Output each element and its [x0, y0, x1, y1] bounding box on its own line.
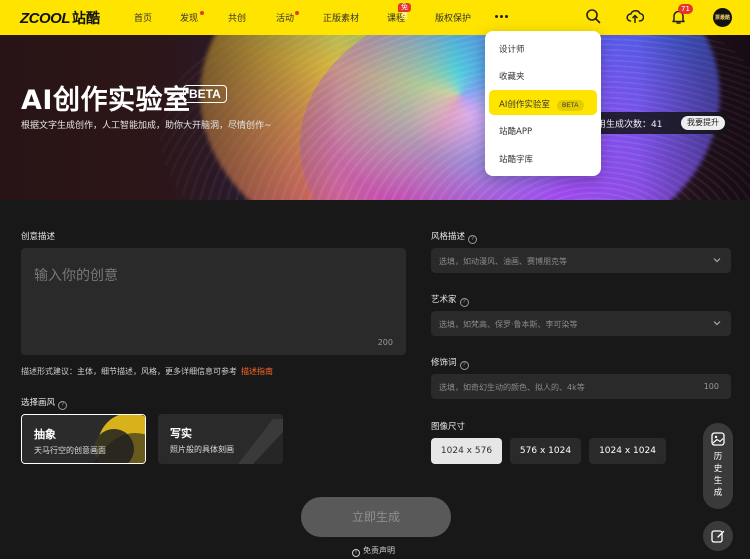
nav-discover[interactable]: 发现 [180, 11, 198, 24]
size-option-1024x576[interactable]: 1024 x 576 [431, 438, 502, 464]
hero-title: AI创作实验室 [21, 85, 191, 116]
artist-select[interactable]: 选填，如梵高、保罗·鲁本斯、李可染等 [431, 311, 731, 336]
notification-count-badge: 71 [678, 4, 693, 14]
style-abstract-desc: 天马行空的创意画面 [34, 446, 106, 455]
idea-char-limit: 200 [377, 338, 393, 347]
style-realistic-title: 写实 [170, 427, 192, 440]
quota-text: 用生成次数：41 [597, 120, 663, 130]
artist-label: 艺术家? [431, 293, 469, 307]
style-abstract-title: 抽象 [34, 428, 56, 441]
upgrade-quota-button[interactable]: 我要提升 [681, 116, 725, 130]
upload-cloud-icon[interactable] [626, 8, 644, 24]
activity-new-dot [295, 11, 299, 15]
idea-textarea[interactable]: 输入你的创意 200 [21, 248, 406, 355]
style-realistic-desc: 照片般的具体刻画 [170, 445, 234, 454]
hero-banner: AI创作实验室 BETA 根据文字生成创作，人工智能加成，助你大开脑洞，尽情创作… [0, 35, 750, 200]
style-desc-placeholder: 选填，如动漫风、油画、赛博朋克等 [439, 257, 567, 266]
nav-activity[interactable]: 活动 [276, 11, 294, 24]
generation-quota-pill: 用生成次数：41 我要提升 [582, 112, 730, 134]
menu-item-app[interactable]: 站酷APP [499, 125, 532, 137]
menu-item-ai-lab[interactable]: AI创作实验室 [499, 98, 550, 110]
history-label: 历史生成 [713, 452, 723, 498]
search-icon[interactable] [585, 8, 601, 24]
description-hint: 描述形式建议：主体，细节描述，风格，更多详细信息可参考 描述指南 [21, 367, 273, 376]
user-avatar[interactable]: 票最酷 [713, 8, 732, 27]
generate-button[interactable]: 立即生成 [301, 497, 451, 537]
modifier-char-limit: 100 [703, 382, 719, 391]
logo-text-en: ZCOOL [20, 9, 71, 27]
course-free-badge: 免费 [398, 3, 411, 20]
menu-item-font-library[interactable]: 站酷字库 [499, 153, 533, 165]
menu-beta-badge: BETA [557, 100, 584, 111]
size-option-1024x1024[interactable]: 1024 x 1024 [589, 438, 666, 464]
zcool-logo[interactable]: ZCOOL 站酷 [20, 9, 100, 28]
idea-placeholder: 输入你的创意 [34, 268, 118, 284]
info-icon: ! [352, 549, 360, 557]
idea-label: 创意描述 [21, 232, 56, 242]
modifier-help-icon[interactable]: ? [459, 361, 469, 370]
more-menu-dropdown: 设计师 收藏夹 AI创作实验室 BETA 站酷APP 站酷字库 [485, 31, 601, 176]
page: ZCOOL 站酷 首页 发现 共创 活动 正版素材 课程 免费 版权保护 71 … [0, 0, 750, 559]
image-size-label: 图像尺寸 [431, 422, 466, 432]
style-desc-label: 风格描述? [431, 230, 478, 244]
artist-help-icon[interactable]: ? [459, 298, 469, 307]
nav-copyright[interactable]: 版权保护 [435, 11, 471, 24]
hero-beta-badge: BETA [183, 85, 227, 103]
style-card-realistic[interactable]: 写实 照片般的具体刻画 [158, 414, 283, 464]
more-dots-icon[interactable] [495, 15, 508, 18]
top-navbar: ZCOOL 站酷 首页 发现 共创 活动 正版素材 课程 免费 版权保护 71 … [0, 0, 750, 35]
nav-home[interactable]: 首页 [134, 11, 152, 24]
hero-subtitle: 根据文字生成创作，人工智能加成，助你大开脑洞，尽情创作~ [21, 121, 272, 131]
style-desc-help-icon[interactable]: ? [468, 235, 478, 244]
modifier-placeholder: 选填，如奇幻生动的颜色、拟人的、4k等 [439, 383, 585, 392]
artist-placeholder: 选填，如梵高、保罗·鲁本斯、李可染等 [439, 320, 578, 329]
disclaimer-link[interactable]: ! 免责声明 [352, 545, 395, 557]
image-history-icon [711, 432, 725, 446]
description-guide-link[interactable]: 描述指南 [241, 367, 273, 376]
modifier-input[interactable]: 选填，如奇幻生动的颜色、拟人的、4k等 100 [431, 374, 731, 399]
style-desc-select[interactable]: 选填，如动漫风、油画、赛博朋克等 [431, 248, 731, 273]
history-generation-button[interactable]: 历史生成 [703, 423, 733, 509]
nav-stock[interactable]: 正版素材 [323, 11, 359, 24]
edit-feedback-button[interactable] [703, 521, 733, 551]
edit-pen-icon [711, 530, 725, 543]
modifier-label: 修饰词? [431, 356, 469, 370]
logo-text-cn: 站酷 [72, 11, 100, 27]
chevron-down-icon [713, 321, 721, 326]
chevron-down-icon [713, 258, 721, 263]
menu-item-designer[interactable]: 设计师 [499, 43, 525, 55]
size-option-576x1024[interactable]: 576 x 1024 [510, 438, 581, 464]
style-label: 选择画风? [21, 396, 68, 410]
style-help-icon[interactable]: ? [58, 401, 68, 410]
menu-item-favorites[interactable]: 收藏夹 [499, 70, 525, 82]
nav-cocreate[interactable]: 共创 [228, 11, 246, 24]
discover-new-dot [200, 11, 204, 15]
style-card-abstract[interactable]: 抽象 天马行空的创意画面 [21, 414, 146, 464]
